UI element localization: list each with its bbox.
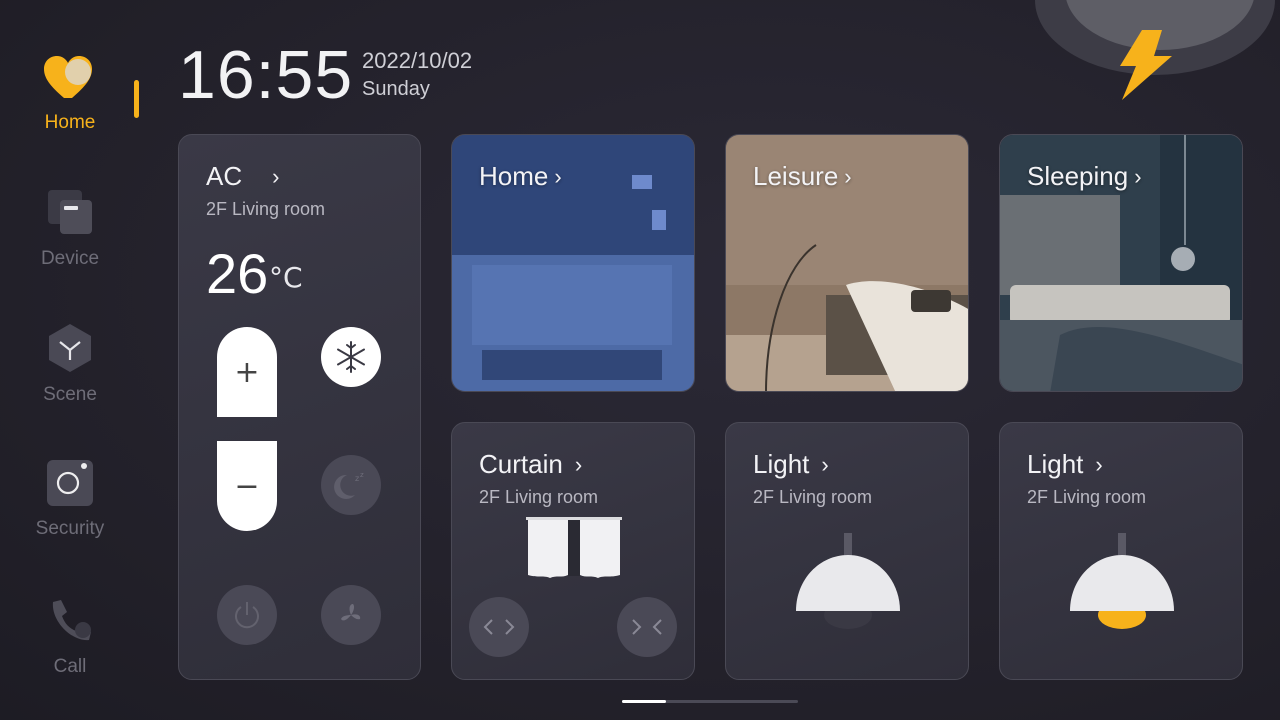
nav-scene[interactable]: Scene [0,322,140,406]
light-card-1[interactable]: Light › 2F Living room [725,422,969,680]
ac-unit: °C [269,261,303,294]
scene-hexagon-icon [49,324,91,372]
temp-up-button[interactable]: + [217,327,277,417]
curtain-title[interactable]: Curtain › [479,449,582,480]
date-text: 2022/10/02 [362,48,473,73]
ac-title[interactable]: AC › [206,161,279,192]
arrows-open-icon [483,619,515,635]
scene-leisure-label: Leisure [753,161,839,191]
ac-card[interactable]: AC › 2F Living room 26 °C + − z z [178,134,421,680]
snowflake-icon [337,341,365,373]
curtain-card[interactable]: Curtain › 2F Living room [451,422,695,680]
thunderstorm-cloud-icon [1035,0,1275,100]
nav-home[interactable]: Home [0,52,140,134]
power-icon [235,602,259,629]
smart-home-dashboard: Home Device Scene Security Call 16:55 20… [0,0,1280,720]
clock-time: 16:55 [178,37,354,113]
chevron-right-icon: › [554,163,562,189]
ac-title-text: AC [206,161,243,191]
nav-label: Scene [43,384,97,405]
fan-icon [341,604,361,621]
chevron-right-icon: › [821,451,829,477]
active-indicator [134,80,139,118]
light-card-2[interactable]: Light › 2F Living room [999,422,1243,680]
light-title[interactable]: Light › [753,449,829,480]
curtain-icon [526,517,622,578]
nav-label: Home [44,112,96,133]
chevron-right-icon: › [1095,451,1103,477]
light-title-text: Light [1027,449,1084,479]
curtain-open-button[interactable] [469,597,529,657]
ac-room: 2F Living room [206,199,326,219]
scene-sleeping-card[interactable]: Sleeping › [999,134,1243,392]
weekday-text: Sunday [362,78,430,100]
scene-home-label: Home [479,161,549,191]
sleep-mode-button[interactable]: z z [321,455,381,515]
chevron-right-icon: › [844,163,852,189]
curtain-close-button[interactable] [617,597,677,657]
scene-sleeping-label: Sleeping [1027,161,1129,191]
nav-security[interactable]: Security [0,458,140,540]
pendant-lamp-on-icon [1070,533,1174,629]
scene-leisure-card[interactable]: Leisure › [725,134,969,392]
light-room: 2F Living room [753,487,873,507]
camera-icon [47,460,93,506]
svg-text:z: z [360,471,364,479]
chevron-right-icon: › [1134,163,1142,189]
nav-call[interactable]: Call [0,596,140,678]
nav-label: Security [35,518,105,539]
chevron-right-icon: › [272,163,280,189]
phone-icon [52,600,91,641]
scene-leisure-title: Leisure › [753,161,852,192]
light-title-text: Light [753,449,810,479]
scene-home-card[interactable]: Home › [451,134,695,392]
device-icon [48,190,92,234]
scene-sleeping-title: Sleeping › [1027,161,1142,192]
sleep-moon-icon: z z [334,471,364,499]
svg-text:z: z [355,474,359,483]
ac-temperature: 26 [206,242,269,305]
power-button[interactable] [217,585,277,645]
scene-home-title: Home › [479,161,562,192]
arrows-close-icon [632,619,662,635]
sidebar: Home Device Scene Security Call [0,0,140,720]
pendant-lamp-icon [796,533,900,629]
curtain-title-text: Curtain [479,449,563,479]
curtain-room: 2F Living room [479,487,599,507]
light-room: 2F Living room [1027,487,1147,507]
light-title[interactable]: Light › [1027,449,1103,480]
chevron-right-icon: › [574,451,583,477]
page-indicator-active [622,700,666,703]
nav-label: Call [53,656,87,677]
temp-down-button[interactable]: − [217,441,277,531]
nav-label: Device [40,248,100,269]
cool-mode-button[interactable] [321,327,381,387]
fan-mode-button[interactable] [321,585,381,645]
heart-icon [44,56,92,98]
nav-device[interactable]: Device [0,188,140,270]
